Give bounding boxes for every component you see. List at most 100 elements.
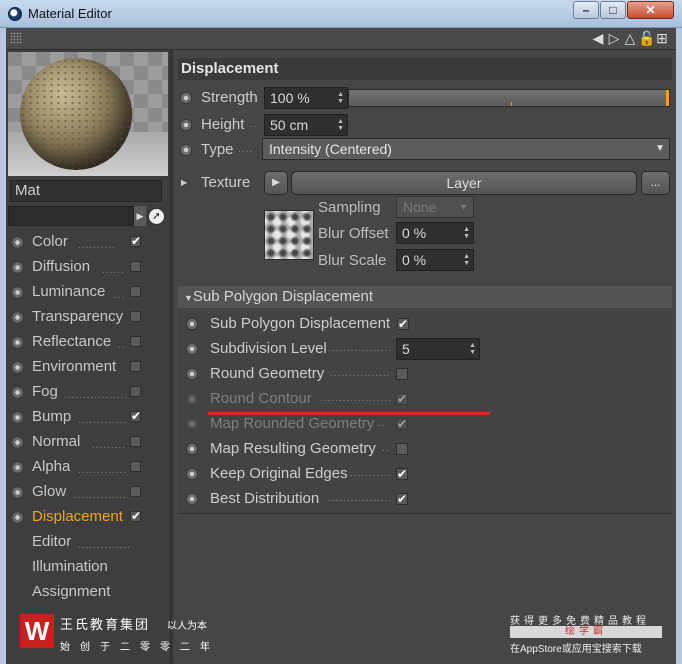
radio-icon[interactable] — [180, 144, 192, 156]
channel-checkbox[interactable]: ✔ — [130, 410, 141, 422]
stepper-icon[interactable]: ▲ ▼ — [337, 118, 344, 132]
texture-menu-button[interactable]: ▶ — [264, 171, 288, 195]
channel-checkbox[interactable] — [130, 261, 141, 272]
channel-checkbox[interactable] — [130, 486, 141, 497]
channel-editor[interactable]: Editor .............. — [10, 531, 168, 553]
channel-checkbox[interactable] — [130, 286, 141, 297]
radio-icon[interactable] — [186, 443, 198, 455]
channel-checkbox[interactable]: ✔ — [130, 235, 141, 247]
channel-sidebar: Mat ▶ ➚ Color ........... ✔ Diffusion ..… — [6, 50, 172, 664]
blur-scale-field[interactable]: 0 % ▲ ▼ — [396, 249, 474, 271]
keep-original-edges-row[interactable]: Keep Original Edges ........... ✔ — [178, 463, 668, 485]
checkbox[interactable] — [396, 368, 408, 380]
checkbox[interactable] — [396, 443, 408, 455]
channel-checkbox[interactable]: ✔ — [130, 510, 141, 522]
radio-icon[interactable] — [12, 362, 23, 373]
map-resulting-geometry-row[interactable]: Map Resulting Geometry .. — [178, 438, 668, 460]
lock-icon[interactable]: 🔓 — [638, 30, 655, 47]
channel-checkbox[interactable] — [130, 336, 141, 347]
blur-offset-field[interactable]: 0 % ▲ ▼ — [396, 222, 474, 244]
forward-arrow-icon[interactable]: ▷ — [606, 30, 622, 47]
channel-luminance[interactable]: Luminance ... — [10, 281, 168, 303]
dot-leader: .......... — [92, 440, 126, 451]
subdivision-level-field[interactable]: 5 ▲ ▼ — [396, 338, 480, 360]
strength-field[interactable]: 100 % ▲ ▼ — [264, 87, 348, 109]
channel-reflectance[interactable]: Reflectance .. — [10, 331, 168, 353]
channel-checkbox[interactable] — [130, 461, 141, 472]
channel-transparency[interactable]: Transparency — [10, 306, 168, 328]
grip-icon[interactable] — [10, 32, 22, 44]
dot-leader: ................... — [320, 393, 390, 404]
radio-icon[interactable] — [12, 487, 23, 498]
radio-icon — [186, 418, 198, 430]
channel-checkbox[interactable] — [130, 436, 141, 447]
radio-icon[interactable] — [180, 119, 192, 131]
sub-polygon-displacement-row[interactable]: Sub Polygon Displacement ✔ — [178, 313, 668, 335]
radio-icon[interactable] — [12, 287, 23, 298]
texture-more-button[interactable]: ... — [641, 171, 670, 195]
material-name-field[interactable]: Mat — [10, 180, 162, 202]
checkbox[interactable]: ✔ — [396, 468, 408, 480]
channel-diffusion[interactable]: Diffusion ...... — [10, 256, 168, 278]
radio-icon[interactable] — [12, 337, 23, 348]
new-window-icon[interactable]: ⊞ — [654, 30, 670, 47]
layer-button[interactable]: Layer — [291, 171, 637, 195]
channel-glow[interactable]: Glow .............. — [10, 481, 168, 503]
sampling-label: Sampling — [318, 199, 381, 216]
sub-polygon-group-header[interactable]: ▼Sub Polygon Displacement — [178, 286, 672, 308]
radio-icon[interactable] — [12, 462, 23, 473]
strength-slider[interactable] — [348, 89, 670, 107]
height-field[interactable]: 50 cm ▲ ▼ — [264, 114, 348, 136]
radio-icon[interactable] — [186, 343, 198, 355]
layer-arrow-icon[interactable]: ▶ — [134, 206, 146, 226]
checkbox[interactable]: ✔ — [396, 493, 408, 505]
radio-icon[interactable] — [180, 92, 192, 104]
window-title: Material Editor — [28, 6, 112, 21]
stepper-icon[interactable]: ▲ ▼ — [463, 253, 470, 267]
channel-illumination[interactable]: Illumination — [10, 556, 168, 578]
picker-arrow-icon[interactable]: ➚ — [148, 208, 165, 225]
expand-triangle-icon[interactable]: ▶ — [181, 178, 187, 187]
stepper-icon[interactable]: ▲ ▼ — [463, 226, 470, 240]
radio-icon[interactable] — [12, 387, 23, 398]
checkbox[interactable]: ✔ — [397, 318, 409, 330]
channel-displacement[interactable]: Displacement ✔ — [10, 506, 168, 528]
row-label: Subdivision Level — [210, 340, 327, 357]
dot-leader: .................. — [64, 390, 126, 401]
radio-icon[interactable] — [186, 368, 198, 380]
channel-checkbox[interactable] — [130, 311, 141, 322]
radio-icon[interactable] — [12, 237, 23, 248]
channel-environment[interactable]: Environment — [10, 356, 168, 378]
layer-field[interactable] — [8, 206, 134, 226]
back-arrow-icon[interactable]: ◀ — [590, 30, 606, 47]
radio-icon[interactable] — [12, 437, 23, 448]
channel-assignment[interactable]: Assignment — [10, 581, 168, 603]
subdivision-level-row[interactable]: Subdivision Level ................. 5 ▲ ▼ — [178, 338, 668, 360]
maximize-button[interactable]: □ — [600, 1, 626, 19]
type-dropdown[interactable]: Intensity (Centered) ▼ — [262, 138, 670, 160]
radio-icon[interactable] — [12, 412, 23, 423]
minimize-button[interactable]: – — [573, 1, 599, 19]
best-distribution-row[interactable]: Best Distribution ................. ✔ — [178, 488, 668, 510]
channel-checkbox[interactable] — [130, 361, 141, 372]
radio-icon[interactable] — [186, 468, 198, 480]
channel-checkbox[interactable] — [130, 386, 141, 397]
close-button[interactable]: ✕ — [627, 1, 674, 19]
channel-fog[interactable]: Fog .................. — [10, 381, 168, 403]
radio-icon[interactable] — [12, 512, 23, 523]
channel-normal[interactable]: Normal .......... — [10, 431, 168, 453]
channel-alpha[interactable]: Alpha ............. — [10, 456, 168, 478]
stepper-icon[interactable]: ▲ ▼ — [337, 91, 344, 105]
radio-icon[interactable] — [186, 493, 198, 505]
radio-icon[interactable] — [186, 318, 198, 330]
radio-icon[interactable] — [12, 312, 23, 323]
up-arrow-icon[interactable]: △ — [622, 30, 638, 47]
brand-logo: W — [20, 614, 54, 648]
channel-bump[interactable]: Bump ............. ✔ — [10, 406, 168, 428]
sampling-dropdown[interactable]: None ▼ — [396, 196, 474, 218]
radio-icon[interactable] — [12, 262, 23, 273]
stepper-icon[interactable]: ▲ ▼ — [469, 342, 476, 356]
material-preview[interactable] — [8, 52, 168, 176]
channel-color[interactable]: Color ........... ✔ — [10, 231, 168, 253]
round-geometry-row[interactable]: Round Geometry ................ — [178, 363, 668, 385]
